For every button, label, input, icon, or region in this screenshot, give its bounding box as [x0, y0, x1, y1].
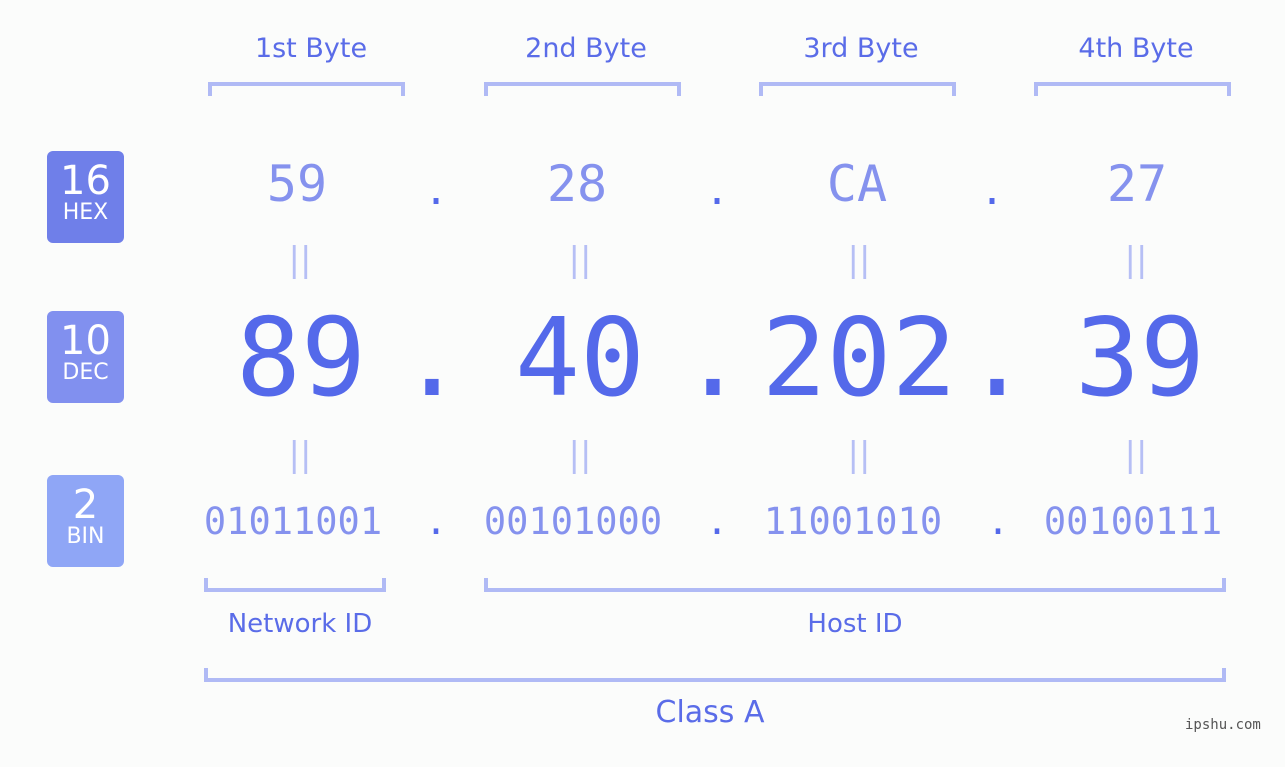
byte-header-1: 1st Byte [254, 33, 368, 64]
hex-badge: 16 HEX [47, 151, 124, 243]
dec-dot-1: . [399, 296, 465, 421]
class-label: Class A [655, 695, 765, 730]
dec-dot-3: . [964, 296, 1030, 421]
watermark: ipshu.com [1185, 717, 1261, 733]
bin-dot-3: . [986, 500, 1010, 543]
hex-base: 16 [60, 158, 111, 204]
host-id-label: Host ID [807, 609, 903, 639]
dec-base: 10 [60, 318, 111, 364]
dec-label: DEC [62, 360, 109, 385]
hex-dot-2: . [704, 168, 730, 214]
bin-dot-1: . [424, 500, 448, 543]
byte-header-4: 4th Byte [1078, 33, 1194, 64]
host-id-bracket [484, 578, 1226, 592]
byte-bracket-3 [759, 82, 956, 96]
byte-bracket-2 [484, 82, 681, 96]
network-id-label: Network ID [227, 609, 373, 639]
bin-dot-2: . [705, 500, 729, 543]
byte-header-3: 3rd Byte [803, 33, 919, 64]
equals-sign: || [847, 240, 871, 280]
byte-bracket-4 [1034, 82, 1231, 96]
equals-sign: || [568, 435, 592, 475]
hex-dot-3: . [979, 168, 1005, 214]
hex-dot-1: . [423, 168, 449, 214]
equals-sign: || [568, 240, 592, 280]
hex-label: HEX [62, 200, 109, 225]
byte-header-2: 2nd Byte [525, 33, 647, 64]
equals-sign: || [1124, 240, 1148, 280]
dec-badge: 10 DEC [47, 311, 124, 403]
equals-sign: || [288, 240, 312, 280]
dec-dot-2: . [680, 296, 746, 421]
equals-sign: || [1124, 435, 1148, 475]
bin-base: 2 [72, 482, 99, 528]
bin-label: BIN [66, 524, 105, 549]
bin-badge: 2 BIN [47, 475, 124, 567]
network-id-bracket [204, 578, 386, 592]
class-bracket [204, 668, 1226, 682]
byte-bracket-1 [208, 82, 405, 96]
equals-sign: || [847, 435, 871, 475]
equals-sign: || [288, 435, 312, 475]
